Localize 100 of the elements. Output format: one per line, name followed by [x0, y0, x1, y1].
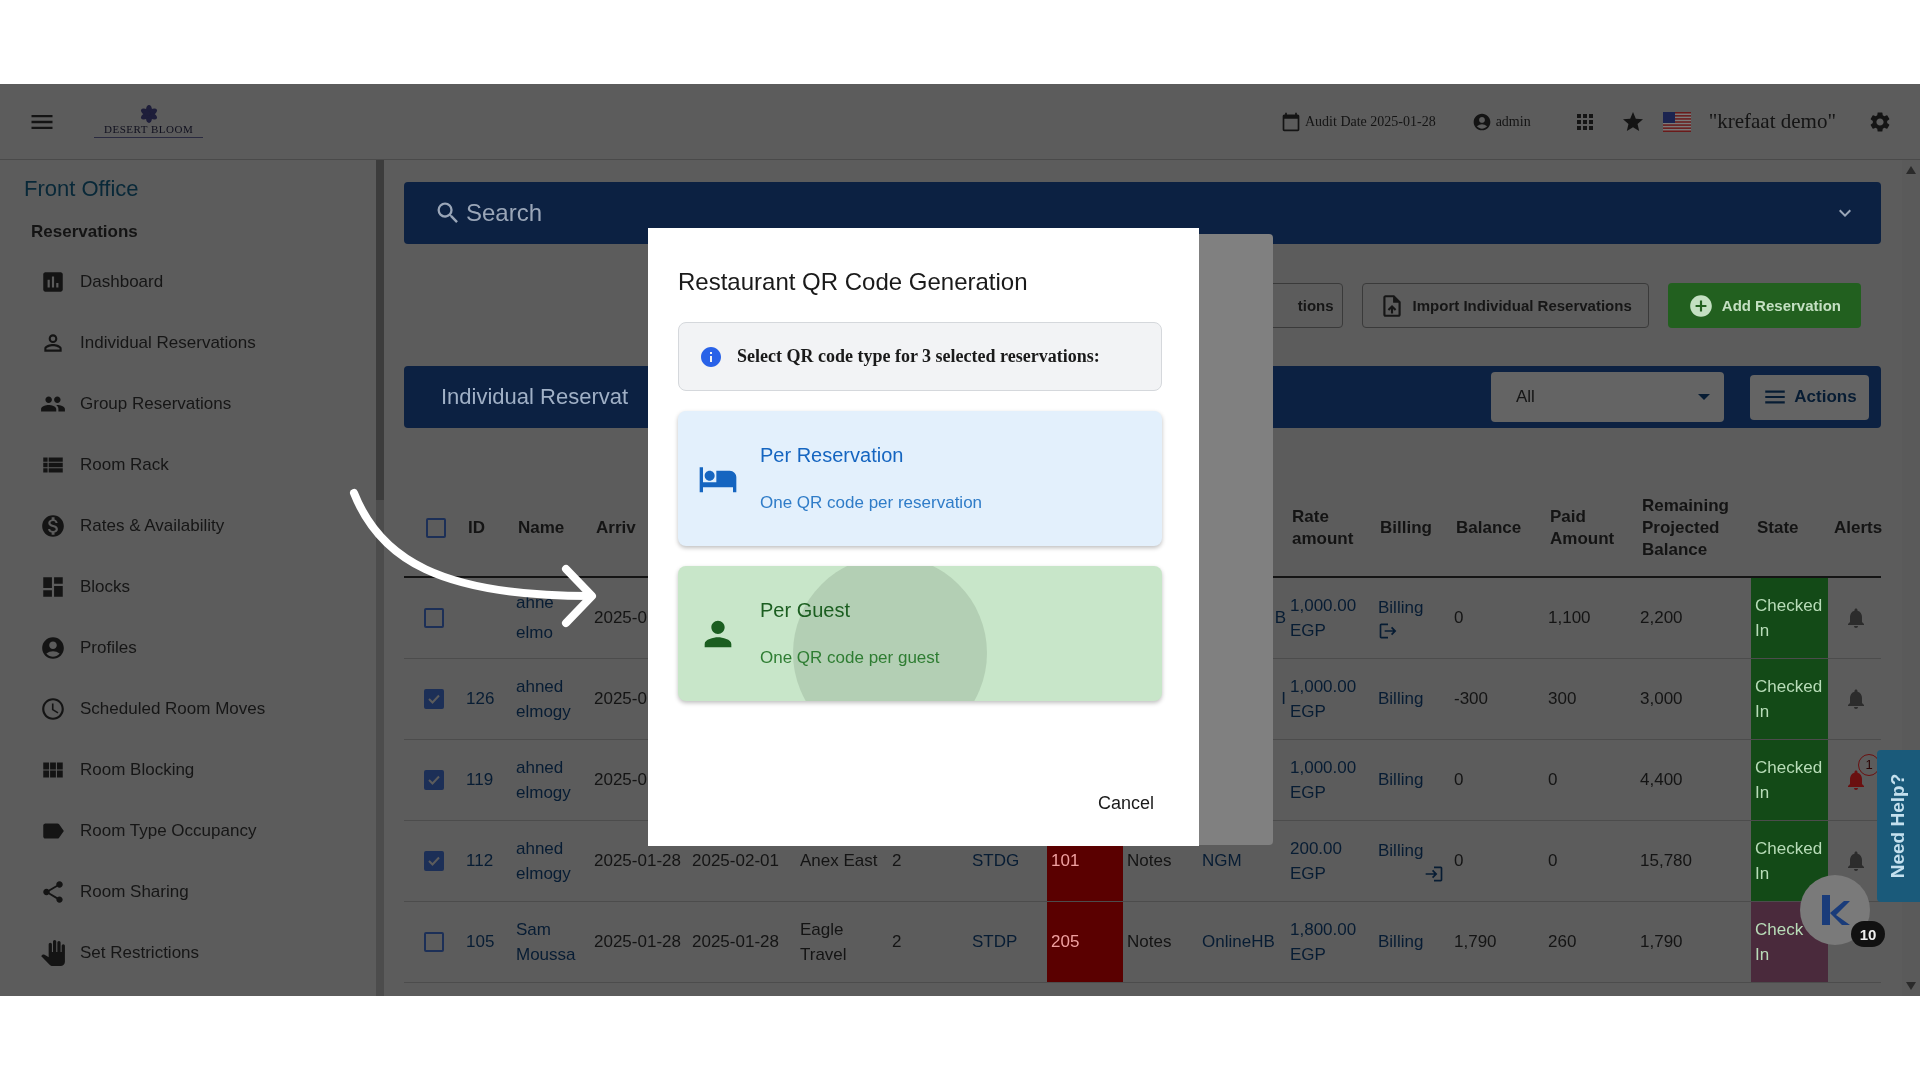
row-checkbox[interactable] [424, 608, 444, 628]
user-icon [1471, 111, 1492, 132]
table-cell[interactable]: ahne elmo [516, 588, 584, 648]
table-cell-text: 2,200 [1640, 607, 1683, 630]
row-checkbox[interactable] [424, 689, 444, 709]
user-name[interactable]: admin [1495, 113, 1531, 130]
table-cell-text: Eagle Travel [800, 918, 848, 966]
qr-type-option[interactable]: Per Reservation One QR code per reservation [678, 411, 1162, 546]
billing-link[interactable]: Billing [1378, 595, 1424, 621]
billing-link[interactable]: Billing [1378, 929, 1424, 955]
table-cell[interactable]: ahned elmogy [516, 754, 584, 806]
sidebar-item[interactable]: Individual Reservations [40, 322, 376, 363]
option-title: Per Reservation [760, 444, 904, 467]
help-tab[interactable]: Need Help? [1877, 750, 1920, 902]
select-all-checkbox[interactable] [426, 518, 446, 538]
column-header[interactable]: Remaining Projected Balance [1642, 494, 1745, 562]
profile-name[interactable]: "krefaat demo" [1708, 109, 1836, 134]
table-cell-text: 15,780 [1640, 850, 1692, 873]
sidebar-item[interactable]: Dashboard [40, 261, 376, 302]
table-cell[interactable]: 126 [466, 686, 495, 712]
table-cell-text: 4,400 [1640, 769, 1683, 792]
audit-date: Audit Date 2025-01-28 [1305, 113, 1436, 130]
share-icon [40, 878, 66, 905]
column-header[interactable]: ID [468, 516, 485, 540]
sidebar-item[interactable]: Set Restrictions [40, 932, 376, 973]
sidebar-item[interactable]: Room Type Occupancy [40, 810, 376, 851]
column-header[interactable]: Name [518, 516, 565, 540]
table-cell-text: NGM [1202, 850, 1242, 873]
table-cell-text: 2025-01-28 [692, 931, 779, 954]
state-cell: Checked In [1751, 578, 1828, 658]
row-checkbox[interactable] [424, 770, 444, 790]
filter-dropdown[interactable]: All [1491, 372, 1724, 422]
toolbar-button[interactable]: Add Reservation [1667, 283, 1861, 328]
table-cell-text: Notes [1127, 850, 1172, 873]
column-header[interactable]: Rate amount [1292, 505, 1368, 551]
table-cell-text: 0 [1454, 850, 1464, 873]
table-cell-text: 2025-01-28 [594, 931, 681, 954]
toolbar-button[interactable]: Import Individual Reservations [1361, 283, 1649, 328]
table-cell-text: -300 [1454, 688, 1489, 711]
qr-type-option[interactable]: Per Guest One QR code per guest [678, 566, 1162, 701]
billing-link[interactable]: Billing [1378, 686, 1424, 712]
billing-link[interactable]: Billing [1378, 767, 1424, 793]
column-header[interactable]: State [1757, 516, 1799, 540]
sidebar-item[interactable]: Profiles [40, 627, 376, 668]
billing-link[interactable]: Billing [1378, 838, 1424, 864]
sidebar-item[interactable]: Room Rack [40, 444, 376, 485]
table-cell-text: 1,100 [1548, 607, 1591, 630]
table-cell[interactable]: 119 [466, 767, 494, 793]
table-cell-text: 260 [1548, 931, 1577, 954]
sidebar-item[interactable]: Scheduled Room Moves [40, 688, 376, 729]
table-cell-text: 1,000.00 EGP [1290, 594, 1358, 642]
search-bar[interactable]: Search [404, 182, 1881, 244]
table-cell[interactable]: 112 [466, 848, 494, 874]
column-header[interactable]: Alerts [1834, 516, 1883, 540]
column-header[interactable]: Billing [1380, 516, 1432, 540]
group-title: Reservations [31, 222, 139, 242]
table-cell-text: 0 [1548, 769, 1558, 792]
table-cell-text: 0 [1454, 607, 1464, 630]
scroll-up-icon[interactable] [1906, 166, 1916, 174]
table-cell-text: 2025-02-01 [692, 850, 779, 873]
table-cell-text: 300 [1548, 688, 1577, 711]
cancel-button[interactable]: Cancel [1089, 787, 1162, 820]
table-cell-text: 2025-0 [594, 769, 647, 792]
table-cell-text: STDG [972, 850, 1020, 873]
sidebar-item[interactable]: Rates & Availability [40, 505, 376, 546]
logo-text: DESERT BLOOM [104, 123, 194, 135]
sidebar-item[interactable]: Room Sharing [40, 871, 376, 912]
sidebar-item[interactable]: Blocks [40, 566, 376, 607]
table-cell-text: 1,790 [1640, 931, 1683, 954]
profile-icon [40, 634, 66, 661]
table-cell-text: 1,790 [1454, 931, 1497, 954]
table-cell[interactable]: ahned elmogy [516, 835, 584, 887]
hand-icon [40, 939, 66, 966]
checkmark-icon [428, 694, 440, 704]
row-checkbox[interactable] [424, 851, 444, 871]
actions-button[interactable]: Actions [1750, 374, 1869, 420]
sidebar-scrollbar[interactable] [376, 160, 384, 996]
plus-icon [1687, 292, 1714, 319]
table-cell-text: 0 [1548, 850, 1558, 873]
table-cell-text: STDP [972, 931, 1018, 954]
sidebar-item[interactable]: Room Blocking [40, 749, 376, 790]
table-cell[interactable]: ahned elmogy [516, 673, 584, 725]
calendar-icon [1281, 111, 1301, 132]
sidebar-item[interactable]: Group Reservations [40, 383, 376, 424]
table-cell-text: 200.00 EGP [1290, 837, 1343, 885]
flag-icon[interactable] [1662, 111, 1691, 132]
clock-icon [40, 695, 66, 722]
column-header[interactable]: Balance [1456, 516, 1522, 540]
dropdown-arrow-icon [1698, 394, 1710, 400]
settings-icon[interactable] [1868, 109, 1892, 134]
row-checkbox[interactable] [424, 932, 444, 952]
table-cell[interactable]: 105 [466, 929, 495, 955]
column-header[interactable]: Paid Amount [1550, 505, 1630, 551]
table-cell[interactable]: Sam Moussa [516, 916, 584, 968]
table-cell-text: Anex East [800, 850, 878, 873]
scroll-down-icon[interactable] [1906, 982, 1916, 990]
column-header[interactable]: Arriv [596, 516, 636, 540]
table-cell-text: 1,000.00 EGP [1290, 675, 1358, 723]
option-subtitle: One QR code per guest [760, 648, 940, 668]
table-cell-text: 3,000 [1640, 688, 1683, 711]
